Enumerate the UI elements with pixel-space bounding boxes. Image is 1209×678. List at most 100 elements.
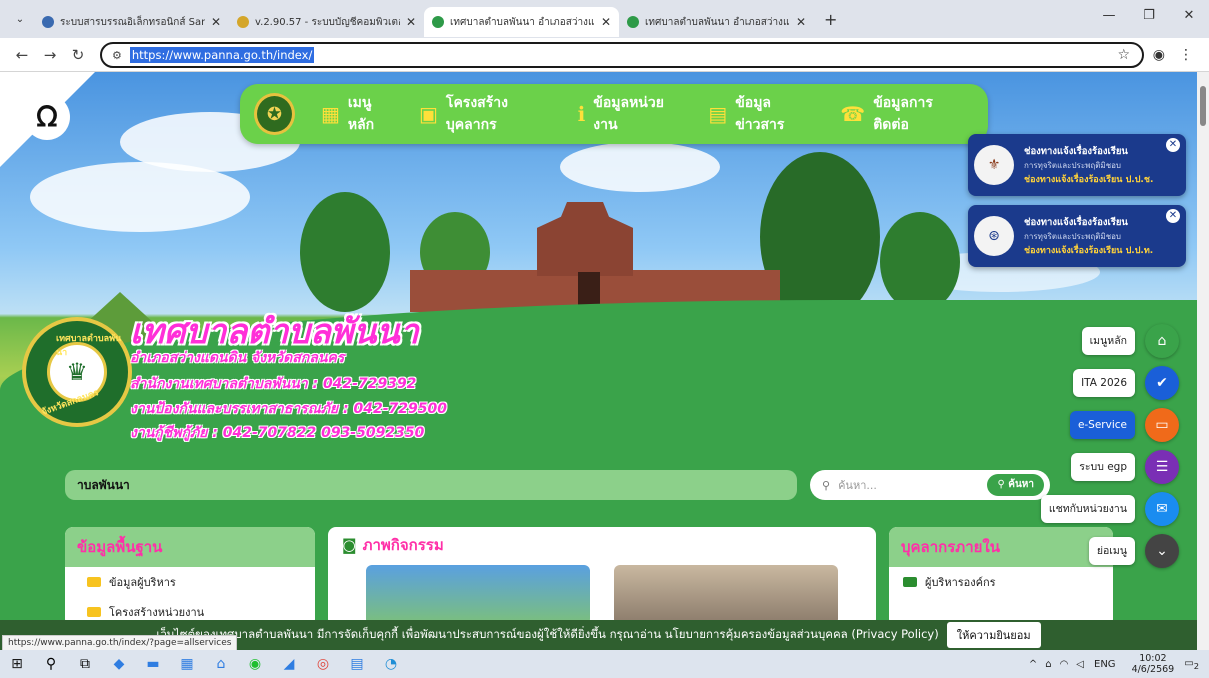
popup-link[interactable]: ช่องทางแจ้งเรื่องร้องเรียน ป.ป.ช.	[1024, 172, 1153, 186]
app-icon[interactable]: ◢	[272, 650, 306, 678]
folder-icon	[87, 577, 101, 587]
reload-icon[interactable]: ↻	[64, 46, 92, 64]
task-view-icon[interactable]: ⧉	[68, 650, 102, 678]
language-indicator[interactable]: ENG	[1094, 659, 1116, 670]
search-button[interactable]: ⚲ ค้นหา	[987, 474, 1044, 496]
site-info-icon[interactable]: ⚙	[112, 49, 122, 62]
close-tab-icon[interactable]: ✕	[796, 15, 806, 29]
network-icon[interactable]: ⌂	[1045, 659, 1051, 670]
temple-image	[410, 202, 780, 312]
close-tab-icon[interactable]: ✕	[406, 15, 416, 29]
side-menu-icon[interactable]: ⌄	[1145, 534, 1179, 568]
side-menu-item[interactable]: ระบบ egp ☰	[1071, 450, 1179, 484]
system-tray: ^ ⌂ ◠ ◁ ENG 10:02 4/6/2569 ▭2	[1025, 650, 1209, 678]
calendar-icon[interactable]: ▦	[170, 650, 204, 678]
popup-link[interactable]: ช่องทางแจ้งเรื่องร้องเรียน ป.ป.ท.	[1024, 243, 1153, 257]
nav-item[interactable]: ☎ ข้อมูลการติดต่อ	[840, 92, 964, 136]
tab-title: เทศบาลตำบลพันนา อำเภอสว่างแดนดิ	[450, 16, 595, 28]
search-icon[interactable]: ⚲	[34, 650, 68, 678]
web-page: ᘯ ✪ ▦ เมนูหลัก ▣ โครงสร้างบุคลากร ℹ ข้อมูลหน่…	[0, 72, 1197, 650]
forward-icon[interactable]: →	[36, 46, 64, 64]
side-menu-label[interactable]: ITA 2026	[1073, 369, 1135, 397]
nav-item[interactable]: ℹ ข้อมูลหน่วยงาน	[578, 92, 685, 136]
edge-icon[interactable]: ◔	[374, 650, 408, 678]
url-input[interactable]: ⚙ https://www.panna.go.th/index/ ☆	[100, 42, 1144, 68]
nav-label: ข้อมูลหน่วยงาน	[593, 95, 664, 133]
hero-line: งานป้องกันและบรรเทาสาธารณภัย : 042-72950…	[130, 401, 447, 417]
nav-item[interactable]: ▦ เมนูหลัก	[321, 92, 395, 136]
activity-photo[interactable]	[366, 565, 590, 625]
side-menu-label[interactable]: ระบบ egp	[1071, 453, 1135, 481]
scroll-thumb[interactable]	[1200, 86, 1206, 126]
browser-tab[interactable]: เทศบาลตำบลพันนา อำเภอสว่างแดนดิ ✕	[619, 7, 814, 37]
line-app-icon[interactable]: ◉	[238, 650, 272, 678]
restore-icon[interactable]: ❐	[1129, 0, 1169, 32]
complaint-popup-pacc[interactable]: ⊛ ช่องทางแจ้งเรื่องร้องเรียน การทุจริตแล…	[968, 205, 1186, 267]
nacc-logo-icon: ⚜	[974, 145, 1014, 185]
camera-icon: ◙	[342, 536, 357, 554]
store-icon[interactable]: ⌂	[204, 650, 238, 678]
back-icon[interactable]: ←	[8, 46, 36, 64]
accept-cookie-button[interactable]: ให้ความยินยอม	[946, 622, 1041, 648]
hero-line: อำเภอสว่างแดนดิน จังหวัดสกลนคร	[130, 350, 345, 366]
side-menu-label[interactable]: ย่อเมนู	[1088, 537, 1135, 565]
bookmark-star-icon[interactable]: ☆	[1117, 47, 1130, 63]
page-scrollbar[interactable]	[1197, 72, 1209, 650]
url-text[interactable]: https://www.panna.go.th/index/	[129, 47, 315, 63]
side-menu-item[interactable]: แชทกับหน่วยงาน ✉	[1040, 492, 1179, 526]
popup-title: ช่องทางแจ้งเรื่องร้องเรียน	[1024, 217, 1128, 228]
municipality-seal: ♛ เทศบาลตำบลพันนา จังหวัดสกลนคร	[22, 317, 132, 427]
browser-tab[interactable]: เทศบาลตำบลพันนา อำเภอสว่างแดนดิ ✕	[424, 7, 619, 37]
side-menu-item[interactable]: เมนูหลัก ⌂	[1081, 324, 1179, 358]
side-menu-item[interactable]: e-Service ▭	[1069, 408, 1179, 442]
start-icon[interactable]: ⊞	[0, 650, 34, 678]
browser-tab[interactable]: ระบบสารบรรณอิเล็กทรอนิกส์ Sarab ✕	[34, 7, 229, 37]
notification-icon[interactable]: ▭2	[1184, 658, 1199, 671]
nav-item[interactable]: ▣ โครงสร้างบุคลากร	[419, 92, 554, 136]
new-tab-button[interactable]: +	[824, 10, 837, 29]
chevron-up-icon[interactable]: ^	[1029, 659, 1037, 670]
wifi-icon[interactable]: ◠	[1060, 659, 1069, 670]
file-explorer-icon[interactable]: ▬	[136, 650, 170, 678]
copilot-icon[interactable]: ◆	[102, 650, 136, 678]
chrome-icon[interactable]: ◎	[306, 650, 340, 678]
complaint-popup-nacc[interactable]: ⚜ ช่องทางแจ้งเรื่องร้องเรียน การทุจริตแล…	[968, 134, 1186, 196]
side-menu-item[interactable]: ITA 2026 ✔	[1073, 366, 1179, 400]
side-menu-icon[interactable]: ✉	[1145, 492, 1179, 526]
tab-search-icon[interactable]: ⌄	[6, 5, 34, 33]
side-menu-label[interactable]: แชทกับหน่วยงาน	[1040, 495, 1135, 523]
side-menu-icon[interactable]: ✔	[1145, 366, 1179, 400]
close-icon[interactable]: ✕	[1166, 138, 1180, 152]
minimize-icon[interactable]: —	[1089, 0, 1129, 32]
search-input[interactable]: ค้นหา...	[838, 476, 877, 494]
side-menu-label[interactable]: e-Service	[1069, 411, 1135, 439]
close-tab-icon[interactable]: ✕	[211, 15, 221, 29]
browser-tab[interactable]: v.2.90.57 - ระบบบัญชีคอมพิวเตอร์ฯ ✕	[229, 7, 424, 37]
list-item[interactable]: ผู้บริหารองค์กร	[889, 567, 1113, 597]
volume-icon[interactable]: ◁	[1076, 659, 1084, 670]
basic-info-panel: ข้อมูลพื้นฐาน ข้อมูลผู้บริหาร โครงสร้างห…	[65, 527, 315, 627]
side-menu-label[interactable]: เมนูหลัก	[1081, 327, 1135, 355]
side-menu-item[interactable]: ย่อเมนู ⌄	[1088, 534, 1179, 568]
side-menu-icon[interactable]: ▭	[1145, 408, 1179, 442]
app-icon[interactable]: ▤	[340, 650, 374, 678]
popup-title: ช่องทางแจ้งเรื่องร้องเรียน	[1024, 146, 1128, 157]
favicon-icon	[432, 16, 444, 28]
close-icon[interactable]: ✕	[1166, 209, 1180, 223]
status-url: https://www.panna.go.th/index/?page=alls…	[2, 635, 238, 650]
browser-menu-icon[interactable]: ⋮	[1179, 47, 1193, 63]
close-icon[interactable]: ✕	[1169, 0, 1209, 32]
clock[interactable]: 10:02 4/6/2569	[1132, 653, 1175, 675]
nav-logo[interactable]: ✪	[254, 93, 295, 135]
side-menu-icon[interactable]: ⌂	[1145, 324, 1179, 358]
nav-item[interactable]: ▤ ข้อมูลข่าวสาร	[708, 92, 816, 136]
nav-label: ข้อมูลการติดต่อ	[873, 95, 933, 133]
pacc-logo-icon: ⊛	[974, 216, 1014, 256]
side-menu-icon[interactable]: ☰	[1145, 450, 1179, 484]
profile-icon[interactable]: ◉	[1153, 47, 1165, 63]
list-item[interactable]: ข้อมูลผู้บริหาร	[65, 567, 315, 597]
close-tab-icon[interactable]: ✕	[601, 15, 611, 29]
search-icon: ⚲	[822, 478, 831, 492]
activity-photo[interactable]	[614, 565, 838, 625]
black-ribbon-icon: ᘯ	[24, 94, 70, 140]
